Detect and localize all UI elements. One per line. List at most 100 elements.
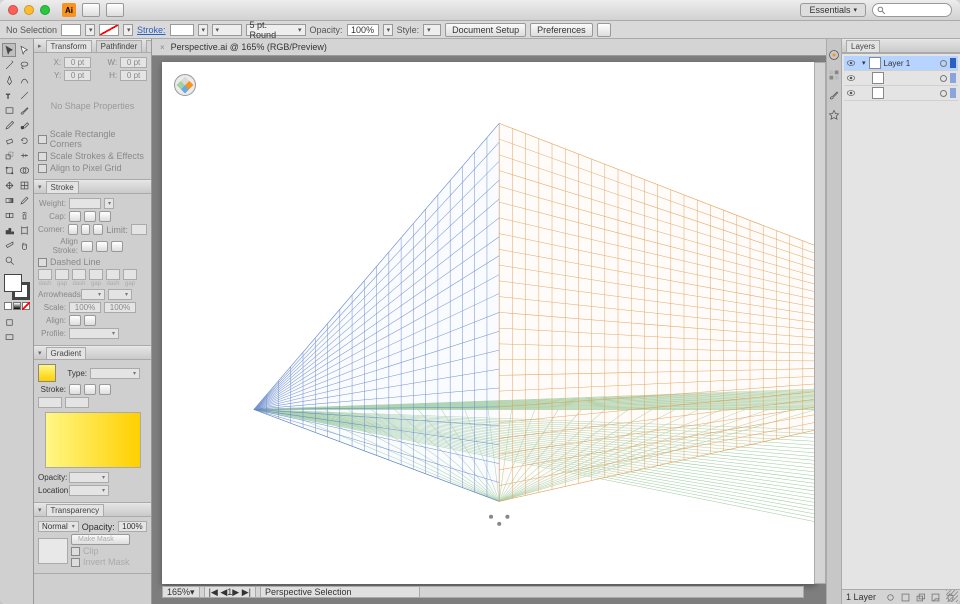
var-width-profile[interactable]	[212, 24, 242, 36]
stroke-profile-dd[interactable]	[69, 328, 119, 339]
tool-shape-builder[interactable]	[17, 163, 31, 177]
artboard-nav[interactable]: |◀ ◀ 1 ▶ ▶|	[204, 586, 256, 598]
opacity-dropdown[interactable]	[383, 24, 393, 36]
target-icon[interactable]	[940, 90, 947, 97]
new-layer-icon[interactable]	[930, 592, 941, 603]
new-sublayer-icon[interactable]	[915, 592, 926, 603]
workspace-switcher[interactable]: Essentials ▾	[800, 3, 866, 17]
stroke-weight-input[interactable]	[170, 24, 194, 36]
tool-curvature[interactable]	[17, 73, 31, 87]
tool-type[interactable]: T	[2, 88, 16, 102]
align-center[interactable]	[81, 241, 93, 252]
color-mode-button[interactable]	[4, 302, 12, 310]
brushes-panel-icon[interactable]	[828, 89, 840, 101]
visibility-toggle[interactable]	[846, 88, 856, 98]
fill-dropdown[interactable]	[85, 24, 95, 36]
visibility-toggle[interactable]	[846, 58, 856, 68]
cap-butt[interactable]	[69, 211, 81, 222]
tool-paintbrush[interactable]	[17, 103, 31, 117]
cap-projecting[interactable]	[99, 211, 111, 222]
layer-row[interactable]	[844, 86, 958, 101]
opacity-input[interactable]: 100%	[347, 24, 379, 36]
tool-rectangle[interactable]	[2, 103, 16, 117]
minimize-window-button[interactable]	[24, 5, 34, 15]
transform-tab[interactable]: Transform	[46, 40, 92, 52]
pathfinder-tab[interactable]: Pathfinder	[96, 40, 142, 52]
resize-grip[interactable]	[946, 590, 958, 602]
layers-panel-header[interactable]: Layers	[842, 39, 960, 53]
tool-scale[interactable]	[2, 148, 16, 162]
current-tool-status[interactable]: Perspective Selection	[260, 586, 420, 598]
tool-artboard[interactable]	[17, 223, 31, 237]
color-panel-icon[interactable]	[828, 49, 840, 61]
zoom-level[interactable]: 165% ▾	[162, 586, 200, 598]
preferences-button[interactable]: Preferences	[530, 23, 593, 37]
tool-pen[interactable]	[2, 73, 16, 87]
search-input[interactable]	[872, 3, 952, 17]
stroke-panel-link[interactable]: Stroke:	[137, 25, 166, 35]
layer-row[interactable]	[844, 71, 958, 86]
join-round[interactable]	[81, 224, 91, 235]
none-mode-button[interactable]	[22, 302, 30, 310]
stroke-dropdown[interactable]	[123, 24, 133, 36]
screen-mode[interactable]	[2, 330, 16, 344]
tool-mesh[interactable]	[17, 178, 31, 192]
tool-width[interactable]	[17, 148, 31, 162]
align-to-button[interactable]	[597, 23, 611, 37]
swatches-panel-icon[interactable]	[828, 69, 840, 81]
draw-mode-normal[interactable]	[2, 315, 16, 329]
tool-free-transform[interactable]	[2, 163, 16, 177]
scale-strokes-checkbox[interactable]	[38, 152, 47, 161]
arrow-end[interactable]	[108, 289, 132, 300]
align-outside[interactable]	[111, 241, 123, 252]
stroke-weight-dd[interactable]	[104, 198, 114, 209]
tool-blend[interactable]	[2, 208, 16, 222]
vertical-scrollbar[interactable]	[814, 62, 826, 584]
close-tab-button[interactable]: ×	[160, 43, 165, 52]
make-clipping-mask-icon[interactable]	[900, 592, 911, 603]
arrange-documents-button[interactable]	[82, 3, 100, 17]
close-window-button[interactable]	[8, 5, 18, 15]
plane-switcher-widget[interactable]	[174, 74, 196, 96]
cap-round[interactable]	[84, 211, 96, 222]
tool-rotate[interactable]	[17, 133, 31, 147]
document-setup-button[interactable]: Document Setup	[445, 23, 526, 37]
symbols-panel-icon[interactable]	[828, 109, 840, 121]
target-icon[interactable]	[940, 60, 947, 67]
tool-zoom[interactable]	[2, 253, 16, 267]
stroke-weight[interactable]	[69, 198, 101, 209]
fill-stroke-indicator[interactable]	[4, 274, 30, 300]
tool-gradient[interactable]	[2, 193, 16, 207]
tool-slice[interactable]	[2, 238, 16, 252]
tool-lasso[interactable]	[17, 58, 31, 72]
tool-column-graph[interactable]	[2, 223, 16, 237]
zoom-window-button[interactable]	[40, 5, 50, 15]
target-icon[interactable]	[940, 75, 947, 82]
tool-selection[interactable]	[2, 43, 16, 57]
tool-print-tiling[interactable]	[17, 253, 31, 267]
document-tab-label[interactable]: Perspective.ai @ 165% (RGB/Preview)	[171, 42, 327, 52]
brush-definition[interactable]: 5 pt. Round	[246, 24, 306, 36]
fill-indicator[interactable]	[4, 274, 22, 292]
tool-hand[interactable]	[17, 238, 31, 252]
gradient-preview[interactable]	[45, 412, 141, 468]
dashed-line-checkbox[interactable]	[38, 258, 47, 267]
draw-mode-behind[interactable]	[17, 315, 31, 329]
canvas[interactable]: 165% ▾ |◀ ◀ 1 ▶ ▶| Perspective Selection	[152, 56, 826, 604]
visibility-toggle[interactable]	[846, 73, 856, 83]
align-pixel-checkbox[interactable]	[38, 164, 47, 173]
tool-pencil[interactable]	[2, 118, 16, 132]
gradient-panel-header[interactable]: ▾Gradient	[34, 346, 151, 360]
arrow-start[interactable]	[81, 289, 105, 300]
tool-line[interactable]	[17, 88, 31, 102]
align-inside[interactable]	[96, 241, 108, 252]
fill-swatch[interactable]	[61, 24, 81, 36]
tool-direct-selection[interactable]	[17, 43, 31, 57]
transform-panel-header[interactable]: ▸ Transform Pathfinder Align	[34, 39, 151, 53]
transparency-panel-header[interactable]: ▾Transparency	[34, 503, 151, 517]
tool-perspective-grid[interactable]	[2, 178, 16, 192]
make-mask-button[interactable]: Make Mask	[71, 534, 130, 545]
stroke-panel-header[interactable]: ▾Stroke	[34, 180, 151, 194]
tool-eyedropper[interactable]	[17, 193, 31, 207]
tool-symbol-sprayer[interactable]	[17, 208, 31, 222]
